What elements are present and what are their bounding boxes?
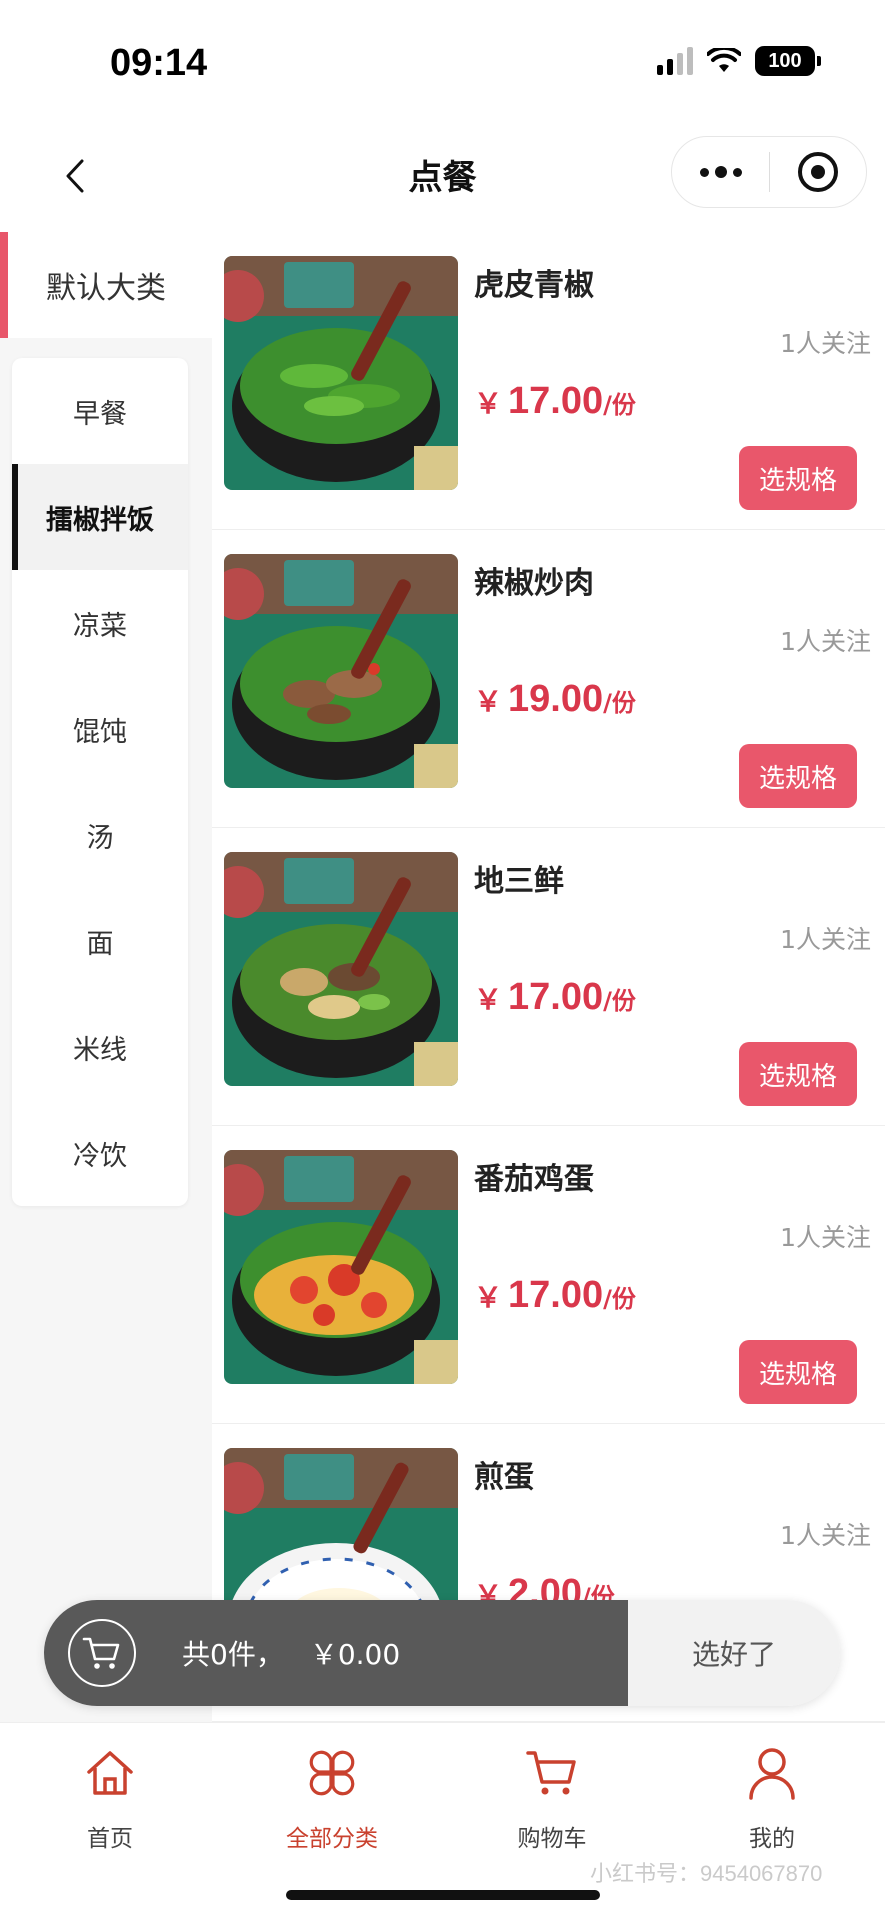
price-unit: /份 xyxy=(603,391,636,419)
select-spec-button[interactable]: 选规格 xyxy=(739,446,857,510)
tab-home[interactable]: 首页 xyxy=(30,1741,190,1853)
tab-profile[interactable]: 我的 xyxy=(692,1741,852,1853)
tab-label: 首页 xyxy=(87,1826,133,1852)
tab-all-categories[interactable]: 全部分类 xyxy=(252,1741,412,1853)
status-icons: 100 xyxy=(657,46,821,76)
subcategory-item[interactable]: 汤 xyxy=(12,782,188,888)
tab-label: 购物车 xyxy=(517,1826,587,1852)
subcategory-item[interactable]: 早餐 xyxy=(12,358,188,464)
subcategory-item[interactable]: 凉菜 xyxy=(12,570,188,676)
category-sidebar: 默认大类 早餐 擂椒拌饭 凉菜 馄饨 汤 面 米线 冷饮 xyxy=(0,232,212,1722)
default-category[interactable]: 默认大类 xyxy=(0,232,212,338)
status-bar: 09:14 100 xyxy=(0,0,885,120)
home-icon xyxy=(87,1751,133,1795)
nav-bar: 点餐 xyxy=(0,120,885,232)
product-card[interactable]: 辣椒炒肉 1人关注 ￥ 19.00 /份 选规格 xyxy=(212,530,885,828)
dish-price: ￥ 17.00 /份 xyxy=(474,1274,636,1317)
cart-count: 共0件， xyxy=(182,1638,284,1671)
more-dot-icon xyxy=(732,167,742,177)
currency-symbol: ￥ xyxy=(474,387,503,420)
subcategory-label: 米线 xyxy=(73,1034,127,1066)
subcategory-label: 冷饮 xyxy=(73,1140,127,1172)
cart-icon xyxy=(526,1751,576,1795)
subcategory-item[interactable]: 馄饨 xyxy=(12,676,188,782)
product-card[interactable]: 番茄鸡蛋 1人关注 ￥ 17.00 /份 选规格 xyxy=(212,1126,885,1424)
tab-label: 全部分类 xyxy=(286,1826,378,1852)
subcategory-label: 早餐 xyxy=(73,398,127,430)
dish-image[interactable] xyxy=(224,554,458,788)
cart-bar: 共0件， ￥0.00 选好了 xyxy=(44,1600,840,1706)
more-button[interactable] xyxy=(672,137,769,207)
follow-count: 1人关注 xyxy=(780,1521,871,1550)
cart-button[interactable] xyxy=(68,1619,136,1687)
follow-count: 1人关注 xyxy=(780,627,871,656)
dish-name: 煎蛋 xyxy=(474,1460,534,1495)
price-unit: /份 xyxy=(603,1285,636,1313)
close-mini-program-button[interactable] xyxy=(770,137,866,207)
subcategory-item[interactable]: 冷饮 xyxy=(12,1100,188,1206)
price-value: 17.00 xyxy=(508,976,604,1018)
dish-image[interactable] xyxy=(224,256,458,490)
currency-symbol: ￥ xyxy=(474,983,503,1016)
product-card[interactable]: 地三鲜 1人关注 ￥ 17.00 /份 选规格 xyxy=(212,828,885,1126)
wifi-icon xyxy=(707,48,741,72)
subcategory-label: 凉菜 xyxy=(73,610,127,642)
price-unit: /份 xyxy=(603,987,636,1015)
dish-price: ￥ 17.00 /份 xyxy=(474,976,636,1019)
subcategory-label: 汤 xyxy=(86,822,114,854)
price-value: 17.00 xyxy=(508,1274,604,1316)
subcategory-item[interactable]: 面 xyxy=(12,888,188,994)
default-category-accent xyxy=(0,232,8,338)
select-spec-button[interactable]: 选规格 xyxy=(739,744,857,808)
checkout-button[interactable]: 选好了 xyxy=(628,1600,840,1706)
dish-name: 辣椒炒肉 xyxy=(474,566,594,601)
product-list: 虎皮青椒 1人关注 ￥ 17.00 /份 选规格 辣椒炒肉 1人关注 ￥ 19.… xyxy=(212,232,885,1722)
dish-name: 地三鲜 xyxy=(474,864,564,899)
price-unit: /份 xyxy=(603,689,636,717)
watermark: 小红书号：9454067870 xyxy=(590,1861,823,1886)
product-card[interactable]: 虎皮青椒 1人关注 ￥ 17.00 /份 选规格 xyxy=(212,232,885,530)
user-icon xyxy=(749,1748,795,1800)
dish-image[interactable] xyxy=(224,1150,458,1384)
follow-count: 1人关注 xyxy=(780,329,871,358)
cellular-signal-icon xyxy=(657,47,693,75)
more-dot-icon xyxy=(714,166,727,178)
price-value: 19.00 xyxy=(508,678,604,720)
cart-summary-area[interactable]: 共0件， ￥0.00 xyxy=(44,1600,628,1706)
currency-symbol: ￥ xyxy=(474,1281,503,1314)
select-spec-button[interactable]: 选规格 xyxy=(739,1042,857,1106)
mini-program-capsule xyxy=(671,136,867,208)
dish-name: 虎皮青椒 xyxy=(474,268,594,303)
dish-price: ￥ 17.00 /份 xyxy=(474,380,636,423)
select-spec-button[interactable]: 选规格 xyxy=(739,1340,857,1404)
dish-name: 番茄鸡蛋 xyxy=(474,1162,594,1197)
category-icon xyxy=(309,1750,355,1796)
target-icon xyxy=(797,152,838,192)
follow-count: 1人关注 xyxy=(780,1223,871,1252)
tab-cart[interactable]: 购物车 xyxy=(472,1741,632,1853)
status-time: 09:14 xyxy=(110,42,208,84)
default-category-label: 默认大类 xyxy=(46,271,166,306)
follow-count: 1人关注 xyxy=(780,925,871,954)
subcategory-list: 早餐 擂椒拌饭 凉菜 馄饨 汤 面 米线 冷饮 xyxy=(12,358,188,1206)
dish-price: ￥ 19.00 /份 xyxy=(474,678,636,721)
more-dot-icon xyxy=(699,167,709,177)
cart-summary: 共0件， ￥0.00 xyxy=(182,1633,400,1673)
subcategory-item[interactable]: 米线 xyxy=(12,994,188,1100)
dish-image[interactable] xyxy=(224,852,458,1086)
subcategory-item-active[interactable]: 擂椒拌饭 xyxy=(12,464,188,570)
battery-icon: 100 xyxy=(755,46,821,76)
subcategory-label: 馄饨 xyxy=(73,716,127,748)
subcategory-label: 擂椒拌饭 xyxy=(46,504,154,536)
price-value: 17.00 xyxy=(508,380,604,422)
home-indicator xyxy=(286,1890,600,1900)
currency-symbol: ￥ xyxy=(474,685,503,718)
subcategory-label: 面 xyxy=(86,928,114,960)
cart-total: ￥0.00 xyxy=(309,1638,401,1671)
cart-icon xyxy=(82,1637,120,1669)
tab-label: 我的 xyxy=(749,1826,795,1852)
